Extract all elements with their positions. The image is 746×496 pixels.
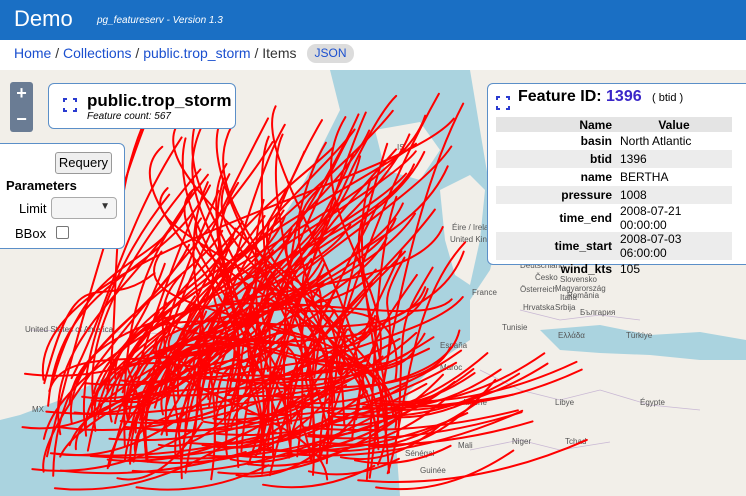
table-row: wind_kts 105 bbox=[496, 260, 732, 278]
map-label: Tunisie bbox=[502, 323, 528, 332]
map-label: България bbox=[580, 308, 615, 317]
limit-select[interactable]: ▼ bbox=[51, 197, 117, 219]
json-button[interactable]: JSON bbox=[307, 44, 354, 63]
property-value: 2008-07-21 00:00:00 bbox=[620, 204, 682, 232]
map-label: Hrvatska bbox=[523, 303, 555, 312]
bbox-checkbox[interactable] bbox=[56, 226, 69, 239]
property-value: 2008-07-03 06:00:00 bbox=[616, 232, 732, 260]
breadcrumb-collections-link[interactable]: Collections bbox=[63, 45, 131, 61]
zoom-in-button[interactable]: + bbox=[10, 82, 33, 106]
breadcrumb-home-link[interactable]: Home bbox=[14, 45, 51, 61]
property-value: North Atlantic bbox=[620, 134, 692, 148]
breadcrumb-separator: / bbox=[254, 45, 259, 61]
map-label: Niger bbox=[512, 437, 531, 446]
table-row: time_end 2008-07-21 00:00:00 bbox=[496, 204, 732, 232]
property-value: BERTHA bbox=[620, 170, 669, 184]
property-name: wind_kts bbox=[560, 262, 612, 276]
table-row: btid 1396 bbox=[496, 150, 732, 168]
breadcrumb-separator: / bbox=[135, 45, 140, 61]
property-name: basin bbox=[580, 134, 612, 148]
map-label: Ελλάδα bbox=[558, 331, 585, 340]
fit-bounds-icon[interactable] bbox=[63, 98, 77, 112]
app-version: pg_featureserv - Version 1.3 bbox=[97, 15, 223, 26]
map-label: MX bbox=[32, 405, 45, 414]
feature-properties-table: Name Value basin North Atlantic btid 1396 … bbox=[496, 117, 732, 278]
breadcrumb-current: Items bbox=[262, 45, 297, 61]
storm-track[interactable] bbox=[307, 457, 400, 476]
column-header-name: Name bbox=[496, 117, 616, 132]
property-name: time_end bbox=[559, 211, 612, 225]
feature-id-label: Feature ID: bbox=[518, 88, 607, 105]
map-label: Türkiye bbox=[626, 331, 653, 340]
zoom-out-button[interactable]: − bbox=[10, 108, 33, 132]
property-value: 105 bbox=[620, 262, 641, 276]
layer-panel: public.trop_storm Feature count: 567 bbox=[48, 83, 236, 129]
map-label: Österreich bbox=[520, 285, 557, 294]
breadcrumb-collection-link[interactable]: public.trop_storm bbox=[143, 45, 250, 61]
requery-button[interactable]: Requery bbox=[55, 152, 112, 174]
parameters-panel: Requery Parameters Limit ▼ BBox bbox=[0, 143, 125, 249]
parameters-heading: Parameters bbox=[6, 178, 77, 193]
map-label: Guinée bbox=[420, 466, 446, 475]
table-row: time_start 2008-07-03 06:00:00 bbox=[496, 232, 732, 260]
app-header: Demo pg_featureserv - Version 1.3 bbox=[0, 0, 746, 40]
map-label: Libye bbox=[555, 398, 575, 407]
map-label: Sénégal bbox=[405, 449, 435, 458]
bbox-label: BBox bbox=[15, 226, 47, 241]
property-name: time_start bbox=[496, 232, 616, 260]
map-label: România bbox=[567, 291, 600, 300]
layer-name: public.trop_storm bbox=[87, 91, 232, 110]
feature-id-key: ( btid ) bbox=[652, 92, 684, 104]
storm-track[interactable] bbox=[262, 464, 376, 489]
property-name: name bbox=[580, 170, 612, 184]
table-row: pressure 1008 bbox=[496, 186, 732, 204]
property-value: 1396 bbox=[616, 150, 732, 168]
zoom-to-feature-icon[interactable] bbox=[496, 96, 510, 110]
chevron-down-icon: ▼ bbox=[100, 201, 110, 212]
table-row: name BERTHA bbox=[496, 168, 732, 186]
limit-label: Limit bbox=[19, 201, 47, 216]
map-label: Mali bbox=[458, 441, 473, 450]
zoom-control: + − bbox=[10, 82, 33, 132]
map-label: Égypte bbox=[640, 398, 665, 407]
app-title: Demo bbox=[14, 6, 73, 31]
feature-count: Feature count: 567 bbox=[87, 111, 171, 122]
column-header-value: Value bbox=[616, 117, 732, 132]
breadcrumb-separator: / bbox=[55, 45, 60, 61]
property-value: 1008 bbox=[616, 186, 732, 204]
table-row: basin North Atlantic bbox=[496, 132, 732, 150]
feature-panel: Feature ID: 1396 ( btid ) Name Value bas… bbox=[487, 83, 746, 276]
feature-id-heading: Feature ID: 1396 bbox=[518, 88, 642, 106]
map-label: France bbox=[472, 288, 497, 297]
property-name: btid bbox=[496, 150, 616, 168]
property-name: pressure bbox=[496, 186, 616, 204]
map-label: Srbija bbox=[555, 303, 576, 312]
feature-id-value: 1396 bbox=[606, 88, 642, 105]
breadcrumb: Home / Collections / public.trop_storm /… bbox=[0, 40, 746, 70]
